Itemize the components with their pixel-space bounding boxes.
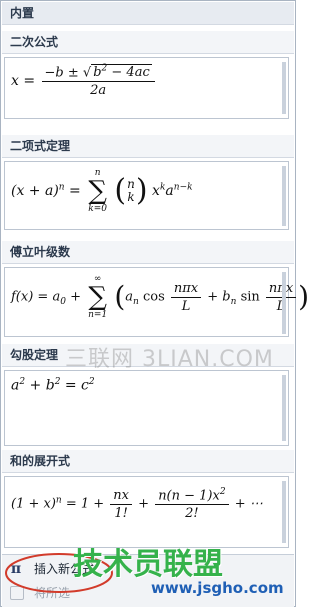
- section-header-expansion: 和的展开式: [2, 450, 294, 473]
- card-scroll-indicator: [282, 62, 286, 114]
- section-header-binomial: 二项式定理: [2, 135, 294, 158]
- gallery-header: 内置: [2, 2, 294, 25]
- brand-watermark: 技术员联盟: [73, 547, 223, 582]
- equation-card-quadratic[interactable]: x = −b ± √ b2 − 4ac 2a: [4, 57, 289, 119]
- card-scroll-indicator: [282, 375, 286, 441]
- gallery-header-title: 内置: [10, 6, 35, 20]
- section-title: 和的展开式: [10, 454, 71, 468]
- section-title: 勾股定理: [10, 348, 59, 362]
- equation-card-fourier[interactable]: f(x) = a0 + ∞ ∑ n=1 (an cos nπx L + bn sin …: [4, 267, 309, 337]
- card-scroll-indicator: [282, 481, 286, 543]
- equation-fourier: f(x) = a0 + ∞ ∑ n=1 (an cos nπx L + bn sin …: [11, 274, 310, 320]
- section-title: 傅立叶级数: [10, 245, 71, 259]
- equation-card-binomial[interactable]: (x + a)n = n ∑ k=0 (n k) xkan−k: [4, 161, 289, 230]
- equation-binomial: (x + a)n = n ∑ k=0 (n k) xkan−k: [11, 168, 193, 214]
- section-title: 二次公式: [10, 35, 59, 49]
- section-title: 二项式定理: [10, 139, 71, 153]
- section-header-fourier: 傅立叶级数: [2, 241, 294, 264]
- equation-quadratic: x = −b ± √ b2 − 4ac 2a: [11, 64, 157, 98]
- section-header-quadratic: 二次公式: [2, 31, 294, 54]
- card-scroll-indicator: [282, 166, 286, 226]
- equation-expansion: (1 + x)n = 1 + nx 1! + n(n − 1)x2 2! + ⋯: [11, 487, 263, 522]
- brand-url: www.jsgho.com: [151, 579, 284, 597]
- card-scroll-indicator: [282, 272, 286, 334]
- equation-card-pythagorean[interactable]: a2 + b2 = c2: [4, 370, 289, 446]
- equation-gallery-panel: 内置 二次公式 x = −b ± √ b2 − 4ac 2a 二项式定理 (x + …: [0, 0, 309, 607]
- watermark-3lian: 三联网 3LIAN.COM: [65, 347, 274, 372]
- equation-pythagorean: a2 + b2 = c2: [11, 377, 95, 394]
- equation-card-expansion[interactable]: (1 + x)n = 1 + nx 1! + n(n − 1)x2 2! + ⋯: [4, 476, 289, 548]
